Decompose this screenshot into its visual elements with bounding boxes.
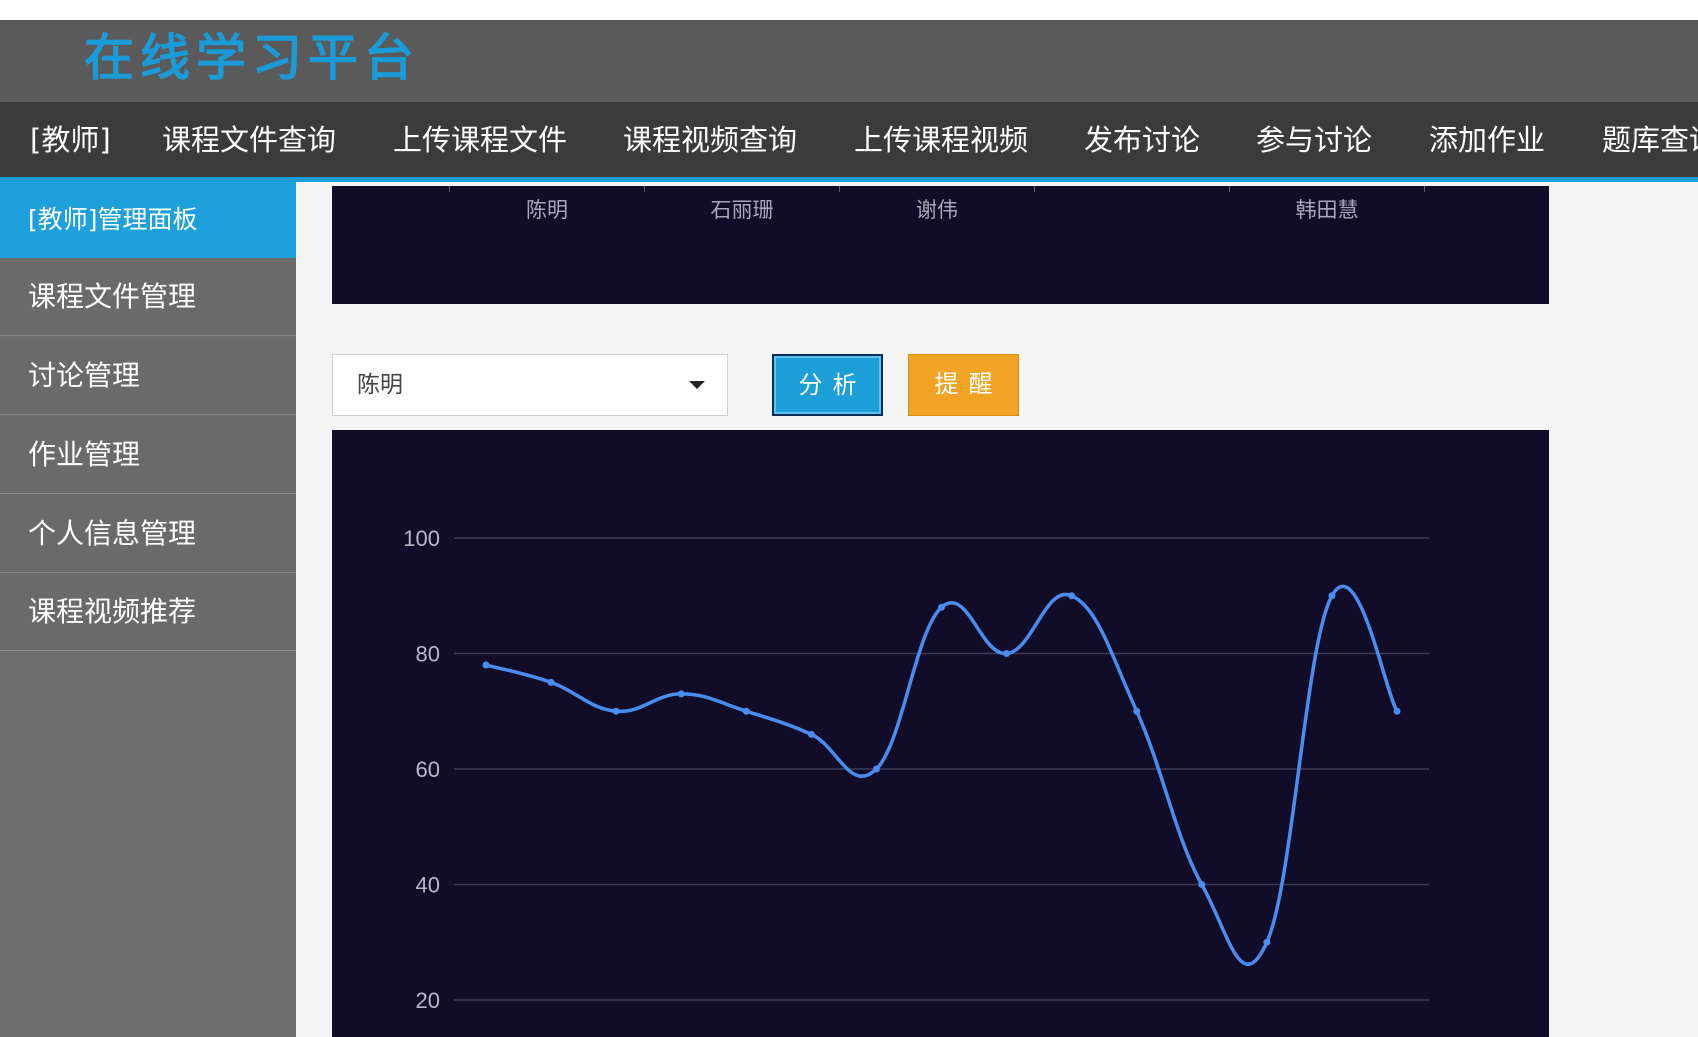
main-content: 陈明 石丽珊 谢伟 韩田慧 陈明 分析 提醒 100 80 60 40 20 — [296, 182, 1698, 1037]
x-axis-label: 谢伟 — [916, 198, 958, 222]
data-point[interactable] — [1263, 938, 1271, 946]
remind-button[interactable]: 提醒 — [908, 354, 1019, 416]
sidebar-item-course-files[interactable]: 课程文件管理 — [0, 258, 296, 336]
site-title[interactable]: 在线学习平台 — [84, 28, 420, 88]
sidebar-item-discussions[interactable]: 讨论管理 — [0, 337, 296, 415]
nav-item-role[interactable]: [教师] — [30, 102, 111, 177]
student-overview-chart: 陈明 石丽珊 谢伟 韩田慧 — [332, 186, 1549, 304]
score-line-chart: 100 80 60 40 20 — [332, 430, 1549, 1037]
x-axis-tick — [644, 186, 645, 192]
sidebar-item-admin-panel[interactable]: [教师]管理面板 — [0, 182, 296, 258]
nav-item-question-bank[interactable]: 题库查询 — [1602, 102, 1698, 177]
data-point[interactable] — [1393, 707, 1401, 715]
page: 在线学习平台 [教师] 课程文件查询 上传课程文件 课程视频查询 上传课程视频 … — [0, 0, 1698, 1037]
caret-down-icon — [689, 381, 705, 389]
top-strip — [0, 0, 1698, 20]
title-bar: 在线学习平台 — [0, 20, 1698, 102]
data-point[interactable] — [938, 603, 945, 611]
x-axis-label: 陈明 — [526, 198, 568, 222]
sidebar-item-personal-info[interactable]: 个人信息管理 — [0, 495, 296, 573]
data-point[interactable] — [677, 690, 685, 698]
x-axis-tick — [1034, 186, 1035, 192]
nav-item-upload-course-video[interactable]: 上传课程视频 — [854, 102, 1028, 177]
data-point[interactable] — [742, 707, 750, 715]
x-axis-label: 韩田慧 — [1295, 198, 1359, 222]
y-axis-tick-label: 60 — [416, 757, 440, 782]
data-point[interactable] — [1133, 707, 1141, 715]
x-axis-tick — [1424, 186, 1425, 192]
y-axis-tick-label: 20 — [416, 988, 440, 1013]
main-nav: [教师] 课程文件查询 上传课程文件 课程视频查询 上传课程视频 发布讨论 参与… — [0, 102, 1698, 182]
nav-item-post-discussion[interactable]: 发布讨论 — [1084, 102, 1200, 177]
nav-item-course-file-query[interactable]: 课程文件查询 — [162, 102, 336, 177]
sidebar-item-video-recommend[interactable]: 课程视频推荐 — [0, 573, 296, 651]
nav-item-upload-course-file[interactable]: 上传课程文件 — [393, 102, 567, 177]
y-axis-tick-label: 40 — [416, 873, 440, 898]
nav-item-course-video-query[interactable]: 课程视频查询 — [623, 102, 797, 177]
y-axis-tick-label: 80 — [416, 642, 440, 667]
data-point[interactable] — [872, 765, 880, 773]
sidebar: [教师]管理面板 课程文件管理 讨论管理 作业管理 个人信息管理 课程视频推荐 — [0, 182, 296, 1037]
data-point[interactable] — [807, 730, 815, 738]
score-series-line — [485, 584, 1399, 966]
nav-item-join-discussion[interactable]: 参与讨论 — [1256, 102, 1372, 177]
student-select[interactable]: 陈明 — [332, 354, 728, 416]
data-point[interactable] — [1068, 592, 1076, 600]
data-point[interactable] — [1003, 650, 1011, 657]
student-select-value: 陈明 — [357, 372, 403, 398]
x-axis-label: 石丽珊 — [710, 198, 774, 222]
data-point[interactable] — [612, 707, 620, 715]
x-axis-tick — [839, 186, 840, 192]
score-line-chart-svg: 100 80 60 40 20 — [403, 526, 1429, 1013]
analyze-button[interactable]: 分析 — [772, 354, 883, 416]
x-axis-tick — [449, 186, 450, 192]
sidebar-item-homework[interactable]: 作业管理 — [0, 416, 296, 494]
nav-item-add-homework[interactable]: 添加作业 — [1429, 102, 1545, 177]
x-axis-tick — [1229, 186, 1230, 192]
y-axis-tick-label: 100 — [403, 526, 440, 551]
data-point[interactable] — [547, 678, 555, 686]
data-point[interactable] — [1198, 881, 1206, 888]
data-point[interactable] — [482, 661, 490, 669]
data-point[interactable] — [1328, 592, 1336, 600]
